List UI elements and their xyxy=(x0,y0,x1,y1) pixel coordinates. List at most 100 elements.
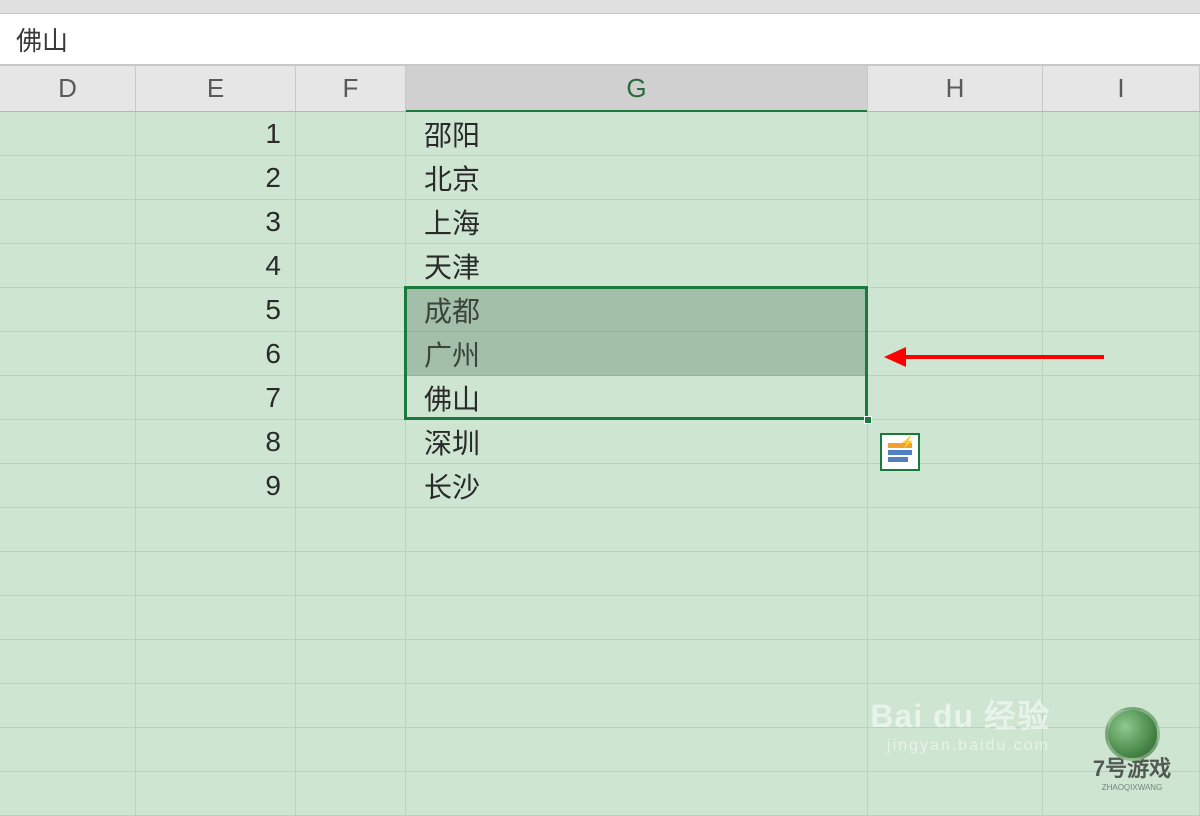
cell-e-3[interactable]: 3 xyxy=(136,200,296,244)
cell-i-11[interactable] xyxy=(1043,552,1200,596)
cell-h-12[interactable] xyxy=(868,596,1043,640)
cell-i-7[interactable] xyxy=(1043,376,1200,420)
cell-d-4[interactable] xyxy=(0,244,136,288)
cell-i-8[interactable] xyxy=(1043,420,1200,464)
cell-g-5[interactable]: 成都 xyxy=(406,288,868,332)
cell-i-5[interactable] xyxy=(1043,288,1200,332)
cell-g-8[interactable]: 深圳 xyxy=(406,420,868,464)
cell-e-6[interactable]: 6 xyxy=(136,332,296,376)
cell-f-7[interactable] xyxy=(296,376,406,420)
cell-g-4[interactable]: 天津 xyxy=(406,244,868,288)
cell-h-13[interactable] xyxy=(868,640,1043,684)
fill-handle[interactable] xyxy=(864,416,872,424)
cell-i-13[interactable] xyxy=(1043,640,1200,684)
cell-h-5[interactable] xyxy=(868,288,1043,332)
cell-h-1[interactable] xyxy=(868,112,1043,156)
cell-g-15[interactable] xyxy=(406,728,868,772)
cell-f-5[interactable] xyxy=(296,288,406,332)
cell-e-4[interactable]: 4 xyxy=(136,244,296,288)
cell-e-15[interactable] xyxy=(136,728,296,772)
cell-h-4[interactable] xyxy=(868,244,1043,288)
cell-d-15[interactable] xyxy=(0,728,136,772)
cell-d-14[interactable] xyxy=(0,684,136,728)
cell-e-11[interactable] xyxy=(136,552,296,596)
cell-f-15[interactable] xyxy=(296,728,406,772)
cell-i-2[interactable] xyxy=(1043,156,1200,200)
cell-f-2[interactable] xyxy=(296,156,406,200)
cell-d-12[interactable] xyxy=(0,596,136,640)
cell-e-12[interactable] xyxy=(136,596,296,640)
cell-i-3[interactable] xyxy=(1043,200,1200,244)
cell-e-10[interactable] xyxy=(136,508,296,552)
cell-h-7[interactable] xyxy=(868,376,1043,420)
cell-e-14[interactable] xyxy=(136,684,296,728)
cell-f-3[interactable] xyxy=(296,200,406,244)
grid-row xyxy=(0,508,1200,552)
paste-options-icon[interactable]: ⚡ xyxy=(880,433,920,471)
cell-f-11[interactable] xyxy=(296,552,406,596)
cell-g-14[interactable] xyxy=(406,684,868,728)
cell-g-13[interactable] xyxy=(406,640,868,684)
cell-g-12[interactable] xyxy=(406,596,868,640)
cell-g-2[interactable]: 北京 xyxy=(406,156,868,200)
cell-d-16[interactable] xyxy=(0,772,136,816)
formula-bar[interactable]: 佛山 xyxy=(0,14,1200,66)
grid-row: 1 邵阳 xyxy=(0,112,1200,156)
cell-d-9[interactable] xyxy=(0,464,136,508)
cell-i-10[interactable] xyxy=(1043,508,1200,552)
cell-f-1[interactable] xyxy=(296,112,406,156)
cell-g-11[interactable] xyxy=(406,552,868,596)
cell-d-10[interactable] xyxy=(0,508,136,552)
cell-e-2[interactable]: 2 xyxy=(136,156,296,200)
cell-d-11[interactable] xyxy=(0,552,136,596)
cell-d-1[interactable] xyxy=(0,112,136,156)
col-header-f[interactable]: F xyxy=(296,66,406,111)
cell-i-12[interactable] xyxy=(1043,596,1200,640)
cell-f-10[interactable] xyxy=(296,508,406,552)
col-header-d[interactable]: D xyxy=(0,66,136,111)
cell-h-3[interactable] xyxy=(868,200,1043,244)
cell-f-6[interactable] xyxy=(296,332,406,376)
cell-d-7[interactable] xyxy=(0,376,136,420)
cell-g-6[interactable]: 广州 xyxy=(406,332,868,376)
cell-g-3[interactable]: 上海 xyxy=(406,200,868,244)
cell-d-2[interactable] xyxy=(0,156,136,200)
cell-e-13[interactable] xyxy=(136,640,296,684)
col-header-g[interactable]: G xyxy=(406,66,868,111)
col-header-e[interactable]: E xyxy=(136,66,296,111)
cell-f-12[interactable] xyxy=(296,596,406,640)
cell-e-9[interactable]: 9 xyxy=(136,464,296,508)
cell-h-10[interactable] xyxy=(868,508,1043,552)
cell-g-16[interactable] xyxy=(406,772,868,816)
cell-d-8[interactable] xyxy=(0,420,136,464)
cell-d-6[interactable] xyxy=(0,332,136,376)
cell-g-1[interactable]: 邵阳 xyxy=(406,112,868,156)
cell-i-1[interactable] xyxy=(1043,112,1200,156)
cell-e-1[interactable]: 1 xyxy=(136,112,296,156)
cell-f-13[interactable] xyxy=(296,640,406,684)
cell-h-16[interactable] xyxy=(868,772,1043,816)
watermark-brand: Bai du 经验 xyxy=(870,691,1050,737)
cell-e-16[interactable] xyxy=(136,772,296,816)
cell-g-7[interactable]: 佛山 xyxy=(406,376,868,420)
cell-g-10[interactable] xyxy=(406,508,868,552)
cell-d-5[interactable] xyxy=(0,288,136,332)
cell-e-7[interactable]: 7 xyxy=(136,376,296,420)
cell-i-9[interactable] xyxy=(1043,464,1200,508)
cell-f-8[interactable] xyxy=(296,420,406,464)
cell-g-9[interactable]: 长沙 xyxy=(406,464,868,508)
cell-i-4[interactable] xyxy=(1043,244,1200,288)
cell-e-8[interactable]: 8 xyxy=(136,420,296,464)
cell-i-6[interactable] xyxy=(1043,332,1200,376)
cell-e-5[interactable]: 5 xyxy=(136,288,296,332)
col-header-i[interactable]: I xyxy=(1043,66,1200,111)
cell-f-9[interactable] xyxy=(296,464,406,508)
col-header-h[interactable]: H xyxy=(868,66,1043,111)
cell-f-4[interactable] xyxy=(296,244,406,288)
cell-f-16[interactable] xyxy=(296,772,406,816)
cell-h-11[interactable] xyxy=(868,552,1043,596)
cell-h-2[interactable] xyxy=(868,156,1043,200)
cell-f-14[interactable] xyxy=(296,684,406,728)
cell-d-13[interactable] xyxy=(0,640,136,684)
cell-d-3[interactable] xyxy=(0,200,136,244)
